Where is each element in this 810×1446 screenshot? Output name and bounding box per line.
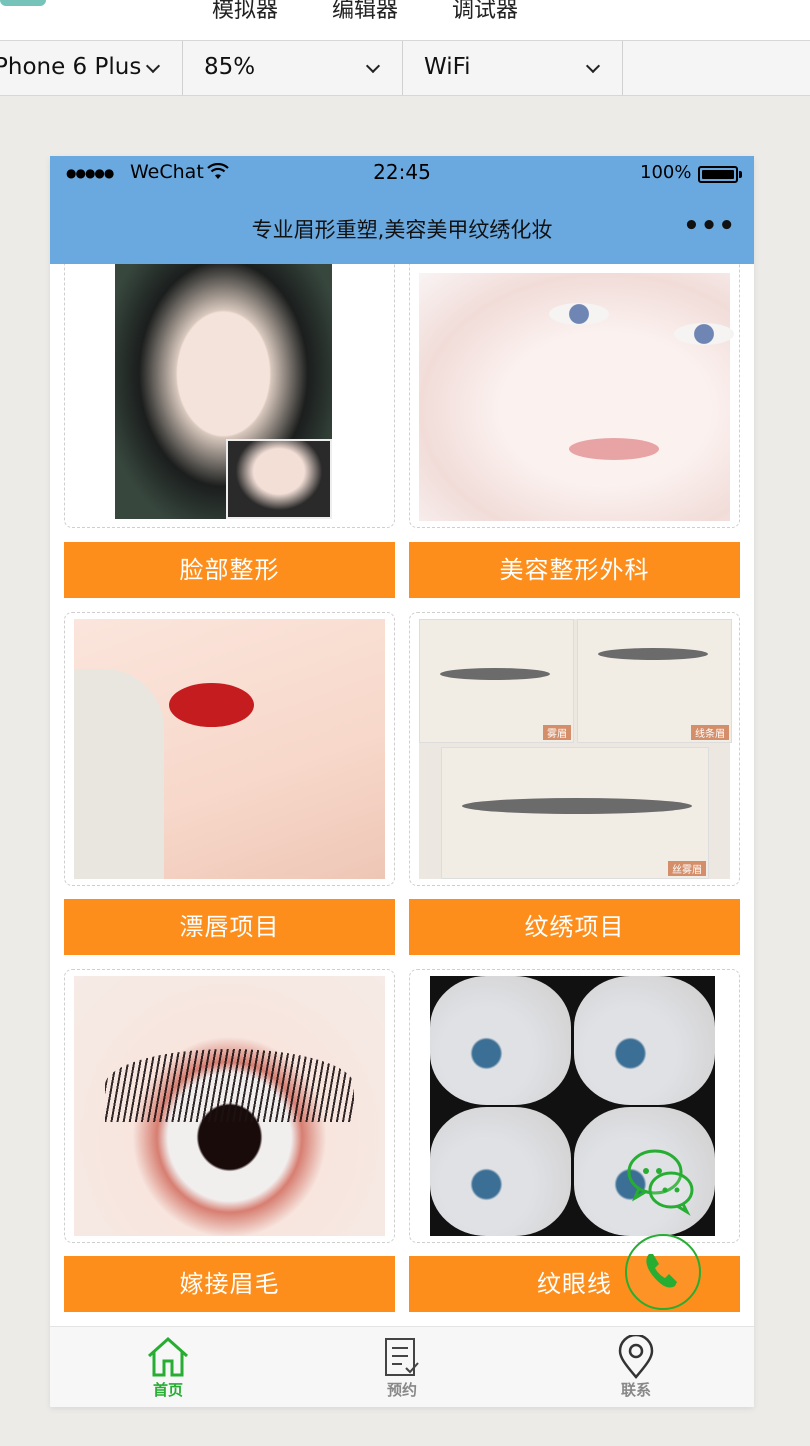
chevron-down-icon [145,58,161,74]
lip-tattoo-image [74,619,385,879]
eye-quadrant [573,976,715,1105]
home-icon [147,1336,189,1377]
brow-cell: 丝雾眉 [441,747,709,879]
tab-contact[interactable]: 联系 [596,1327,676,1407]
page-title: 专业眉形重塑,美容美甲纹绣化妆 [251,218,553,242]
card-image-embroidery[interactable]: 雾眉 线条眉 丝雾眉 [409,612,740,886]
tab-contact-label: 联系 [620,1381,651,1399]
network-select-value: WiFi [424,54,471,80]
before-inset-image [226,439,332,519]
card-image-eyelash[interactable] [64,969,395,1243]
card-label-eyelash[interactable]: 嫁接眉毛 [64,1256,395,1312]
bottom-tab-bar: 首页 预约 联系 [50,1326,754,1407]
battery-tip [739,171,742,178]
tab-home-label: 首页 [152,1381,183,1399]
red-lip-detail [169,683,254,727]
eye-quadrant [430,976,572,1105]
tab-booking[interactable]: 预约 [362,1327,442,1407]
card-image-lip-tattoo[interactable] [64,612,395,886]
lip-detail [569,438,659,460]
brow-cell: 雾眉 [419,619,574,743]
brow-tag: 线条眉 [691,725,729,740]
zoom-select[interactable]: 85% [183,41,403,95]
nav-bar: 专业眉形重塑,美容美甲纹绣化妆 ••• [50,192,754,264]
tab-booking-label: 预约 [386,1381,417,1399]
brow-detail [440,668,550,680]
chevron-down-icon [365,58,381,74]
tab-simulator[interactable]: 模拟器 [212,0,278,22]
phone-simulator: ●●●●● WeChat 22:45 100% 专业眉形重塑,美容美甲纹绣化妆 … [50,156,754,1407]
card-label-lip-tattoo[interactable]: 漂唇项目 [64,899,395,955]
face-portrait-image [115,264,332,519]
devtools-tab-strip: 模拟器 编辑器 调试器 [0,0,810,40]
eye-detail [674,323,734,345]
status-bar: ●●●●● WeChat 22:45 100% [50,156,754,192]
card-label-face-shaping[interactable]: 脸部整形 [64,542,395,598]
more-options-icon[interactable]: ••• [683,213,736,239]
battery-icon [698,166,738,183]
card-image-face-shaping[interactable] [64,264,395,528]
lashes-detail [105,1048,354,1122]
brow-cell: 线条眉 [577,619,732,743]
brow-detail [462,798,692,814]
app-logo-icon [0,0,46,6]
tab-editor[interactable]: 编辑器 [332,0,398,22]
face-closeup-image [419,273,734,521]
brow-tag: 雾眉 [543,725,571,740]
phone-call-icon[interactable] [625,1234,701,1310]
glove-detail [74,669,164,879]
tab-home[interactable]: 首页 [128,1327,208,1407]
tab-debugger[interactable]: 调试器 [452,0,518,22]
chevron-down-icon [585,58,601,74]
brow-tag: 丝雾眉 [668,861,706,876]
card-label-cosmetic-surgery[interactable]: 美容整形外科 [409,542,740,598]
device-toolbar: Phone 6 Plus 85% WiFi [0,40,810,96]
eye-quadrant [430,1107,572,1236]
booking-icon [385,1338,419,1376]
network-select[interactable]: WiFi [403,41,623,95]
card-label-embroidery[interactable]: 纹绣项目 [409,899,740,955]
wechat-chat-icon[interactable] [625,1144,697,1216]
eyelash-image [74,976,385,1236]
device-select[interactable]: Phone 6 Plus [0,41,183,95]
card-image-cosmetic-surgery[interactable] [409,264,740,528]
eyebrow-tattoo-image: 雾眉 线条眉 丝雾眉 [419,619,732,879]
battery-percent: 100% [640,162,692,183]
service-grid: 脸部整形 美容整形外科 雾眉 线条眉 丝雾眉 漂唇项目 纹绣项目 嫁接眉毛 纹眼… [50,264,754,1326]
zoom-select-value: 85% [204,54,256,80]
eye-detail [549,303,609,325]
brow-detail [598,648,708,660]
location-pin-icon [618,1335,654,1379]
device-select-value: Phone 6 Plus [0,54,142,80]
